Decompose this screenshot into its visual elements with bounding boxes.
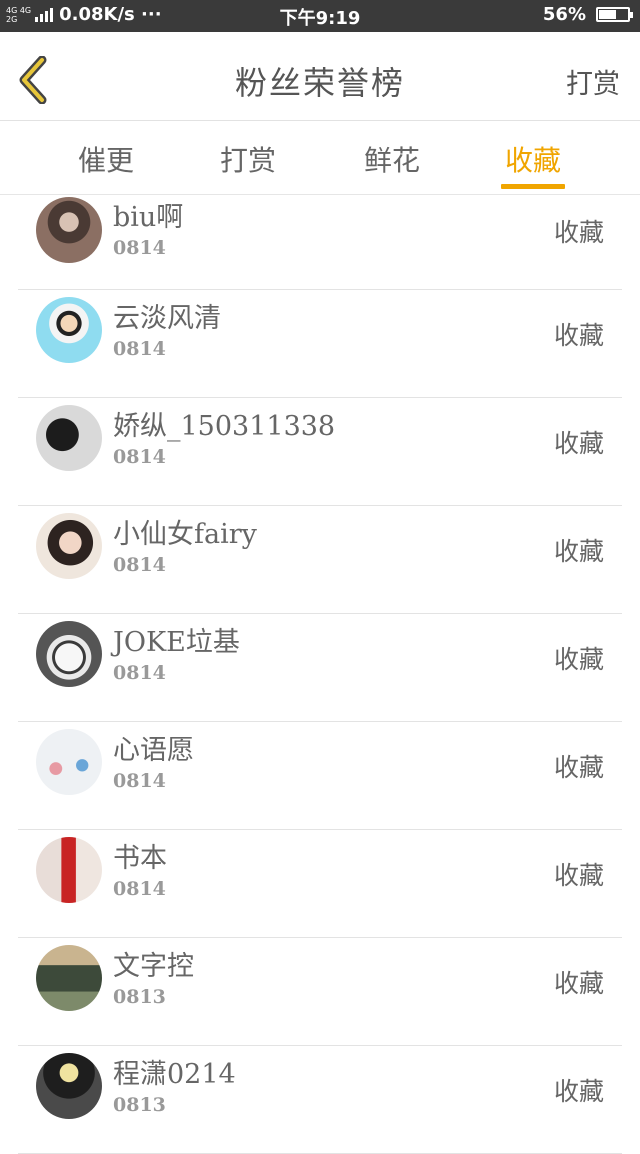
tab-favorites[interactable]: 收藏	[488, 139, 578, 179]
avatar	[36, 197, 102, 263]
user-date: 0814	[113, 662, 166, 684]
battery-percent: 56%	[542, 4, 586, 25]
avatar	[36, 729, 102, 795]
fan-list: biu啊 0814 收藏 云淡风清 0814 收藏 娇纵_150311338 0…	[0, 195, 640, 1154]
avatar	[36, 945, 102, 1011]
list-item[interactable]: 书本 0814 收藏	[18, 830, 622, 938]
favorite-action[interactable]: 收藏	[554, 964, 604, 1000]
user-date: 0814	[113, 554, 166, 576]
favorite-action[interactable]: 收藏	[554, 316, 604, 352]
favorite-action[interactable]: 收藏	[554, 856, 604, 892]
reward-button[interactable]: 打赏	[566, 62, 620, 101]
user-date: 0814	[113, 338, 166, 360]
avatar	[36, 297, 102, 363]
user-date: 0814	[113, 446, 166, 468]
page-title: 粉丝荣誉榜	[234, 64, 405, 102]
favorite-action[interactable]: 收藏	[554, 1072, 604, 1108]
battery-icon	[596, 7, 633, 22]
user-name: biu啊	[113, 202, 184, 233]
user-name: 程潇0214	[113, 1059, 236, 1090]
tab-reward[interactable]: 打赏	[203, 139, 293, 179]
list-item[interactable]: JOKE垃基 0814 收藏	[18, 614, 622, 722]
user-name: 书本	[113, 843, 167, 874]
page-header: 粉丝荣誉榜 打赏	[0, 32, 640, 121]
favorite-action[interactable]: 收藏	[554, 640, 604, 676]
status-bar: 4G 4G 2G 0.08K/s ··· 下午9:19 56%	[0, 0, 640, 32]
tab-urge[interactable]: 催更	[61, 139, 151, 179]
list-item[interactable]: 娇纵_150311338 0814 收藏	[18, 398, 622, 506]
tab-flowers[interactable]: 鲜花	[347, 139, 437, 179]
user-date: 0814	[113, 878, 166, 900]
favorite-action[interactable]: 收藏	[554, 424, 604, 460]
user-name: JOKE垃基	[113, 627, 240, 658]
list-item[interactable]: biu啊 0814 收藏	[18, 195, 622, 290]
list-item[interactable]: 文字控 0813 收藏	[18, 938, 622, 1046]
avatar	[36, 837, 102, 903]
user-date: 0813	[113, 1094, 166, 1116]
user-name: 文字控	[113, 951, 194, 982]
favorite-action[interactable]: 收藏	[554, 748, 604, 784]
avatar	[36, 1053, 102, 1119]
user-name: 小仙女fairy	[113, 519, 257, 550]
tab-bar: 催更 打赏 鲜花 收藏	[0, 121, 640, 195]
user-date: 0813	[113, 986, 166, 1008]
battery-fill	[599, 10, 616, 19]
user-name: 云淡风清	[113, 303, 221, 334]
user-date: 0814	[113, 770, 166, 792]
avatar	[36, 405, 102, 471]
status-right: 56%	[542, 4, 633, 25]
list-item[interactable]: 小仙女fairy 0814 收藏	[18, 506, 622, 614]
active-tab-indicator	[501, 184, 565, 189]
avatar	[36, 513, 102, 579]
user-date: 0814	[113, 237, 166, 259]
list-item[interactable]: 云淡风清 0814 收藏	[18, 290, 622, 398]
user-name: 心语愿	[113, 735, 194, 766]
list-item[interactable]: 心语愿 0814 收藏	[18, 722, 622, 830]
avatar	[36, 621, 102, 687]
favorite-action[interactable]: 收藏	[554, 213, 604, 249]
user-name: 娇纵_150311338	[113, 411, 336, 442]
favorite-action[interactable]: 收藏	[554, 532, 604, 568]
